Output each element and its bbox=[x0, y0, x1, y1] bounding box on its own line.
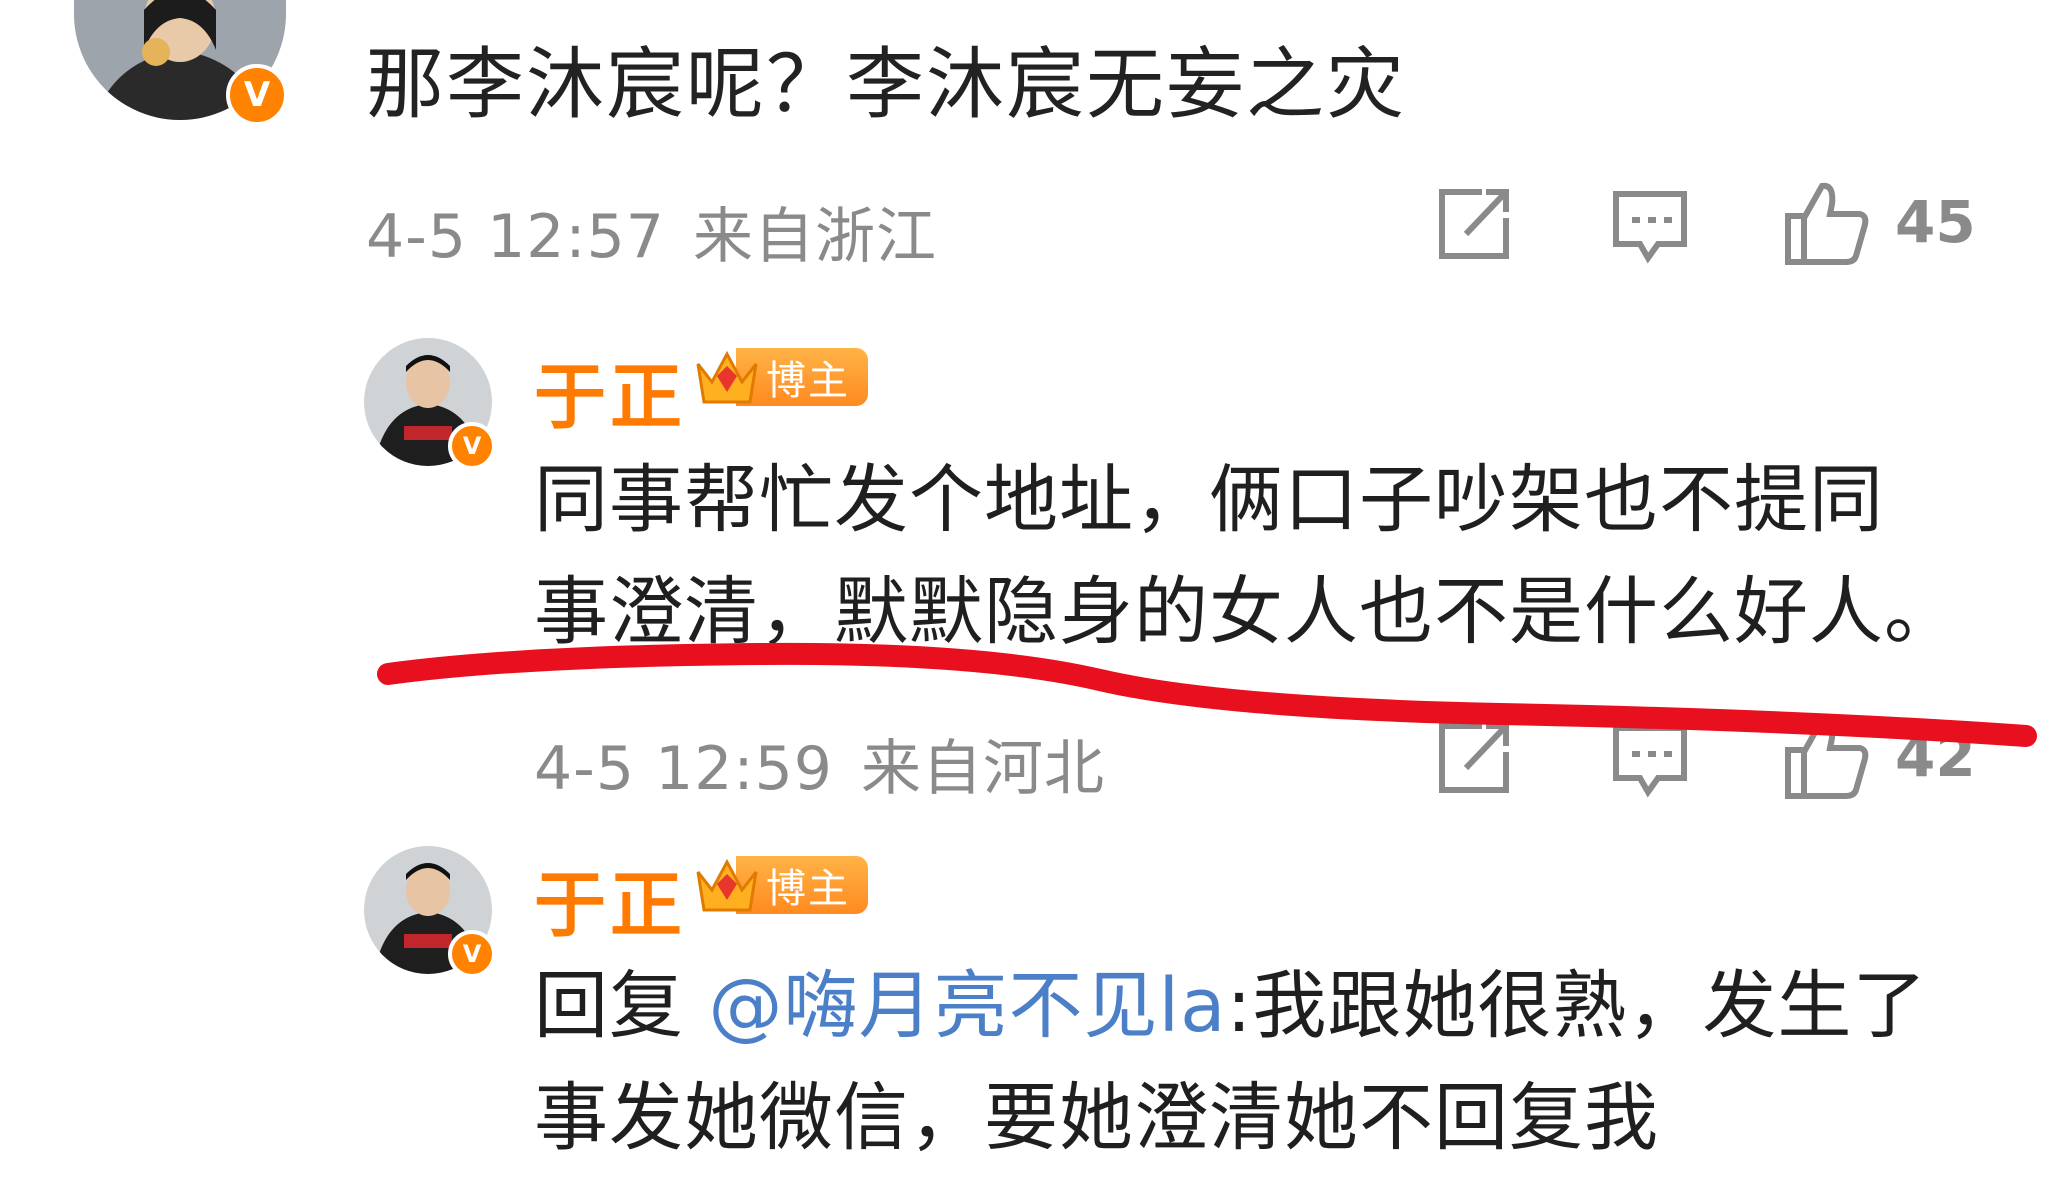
comment-time: 4-5 12:57 bbox=[366, 202, 665, 272]
comment-location: 来自河北 bbox=[860, 734, 1105, 804]
verified-badge-icon: V bbox=[448, 930, 496, 978]
reply-text-line2: 事澄清，默默隐身的女人也不是什么好人。 bbox=[534, 569, 1959, 655]
top-comment-text: 那李沐宸呢？李沐宸无妄之灾 bbox=[366, 40, 1407, 130]
reply-username[interactable]: 于正 bbox=[534, 846, 686, 951]
share-icon[interactable] bbox=[1434, 184, 1514, 268]
verified-badge-icon: V bbox=[226, 64, 288, 126]
reply-username[interactable]: 于正 bbox=[534, 338, 686, 443]
mention-link[interactable]: @嗨月亮不见la bbox=[709, 963, 1227, 1049]
reply-text-line2: 事发她微信，要她澄清她不回复我 bbox=[534, 1075, 1659, 1161]
crown-icon bbox=[696, 858, 758, 912]
blogger-badge: 博主 bbox=[692, 854, 868, 916]
like-count: 42 bbox=[1895, 722, 1976, 790]
reply-text-line1: 回复 @嗨月亮不见la:我跟她很熟，发生了 bbox=[534, 950, 1927, 1062]
like-icon[interactable] bbox=[1782, 178, 1872, 272]
share-icon[interactable] bbox=[1434, 718, 1514, 802]
top-comment-meta: 4-5 12:57 来自浙江 bbox=[366, 188, 965, 275]
comment-time: 4-5 12:59 bbox=[534, 734, 833, 804]
comment-icon[interactable] bbox=[1610, 186, 1690, 270]
reply-text-rest: :我跟她很熟，发生了 bbox=[1226, 963, 1928, 1049]
blogger-badge: 博主 bbox=[692, 346, 868, 408]
like-count: 45 bbox=[1895, 188, 1976, 256]
reply-text-line1: 同事帮忙发个地址，俩口子吵架也不提同 bbox=[534, 457, 1884, 543]
reply-prefix: 回复 bbox=[534, 963, 709, 1049]
crown-icon bbox=[696, 350, 758, 404]
like-icon[interactable] bbox=[1782, 712, 1872, 806]
comment-icon[interactable] bbox=[1610, 720, 1690, 804]
reply-meta: 4-5 12:59 来自河北 bbox=[534, 720, 1133, 807]
comment-location: 来自浙江 bbox=[692, 202, 937, 272]
verified-badge-icon: V bbox=[448, 422, 496, 470]
